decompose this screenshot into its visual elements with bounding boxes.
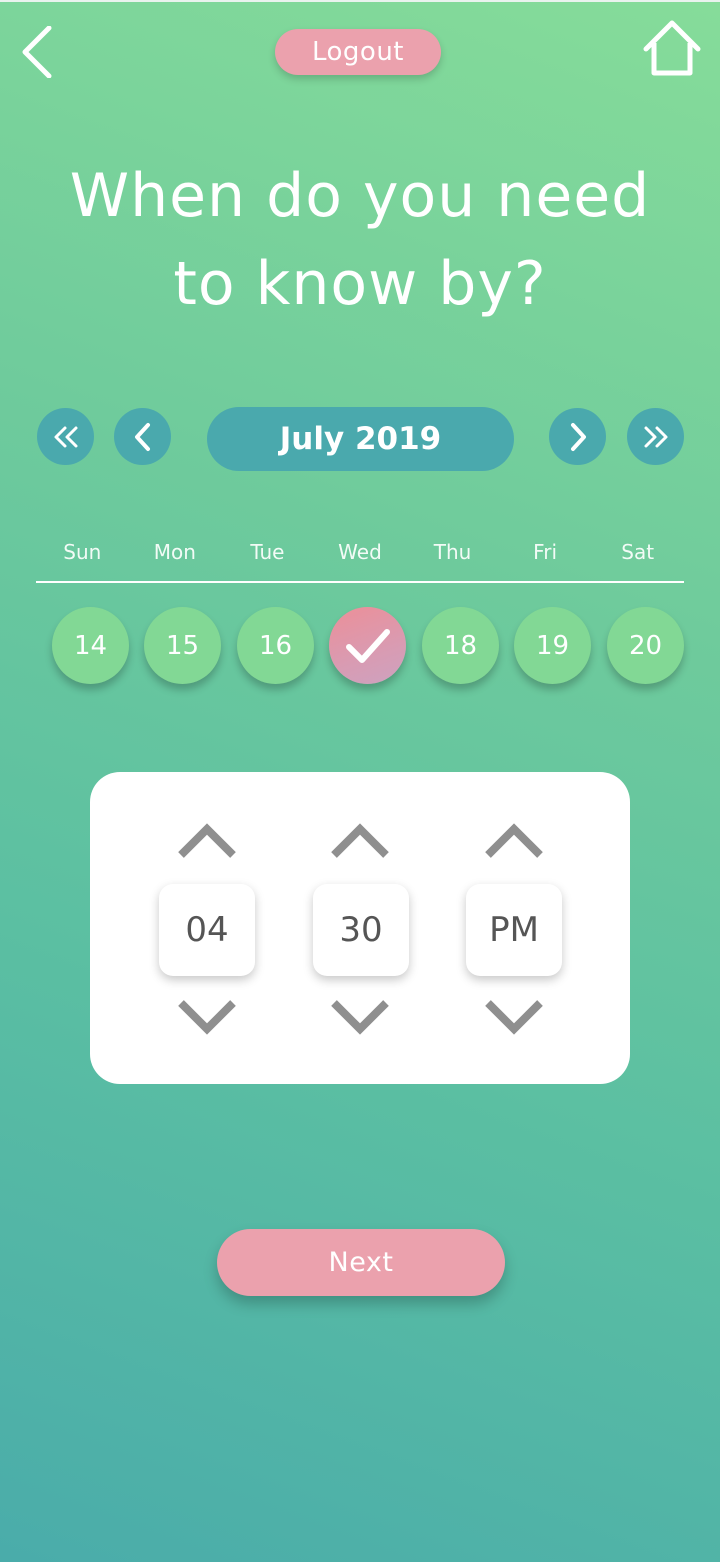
minute-field[interactable]: 30 <box>313 884 409 976</box>
previous-month-button[interactable] <box>114 408 171 465</box>
double-chevron-left-icon <box>54 426 77 447</box>
day-18[interactable]: 18 <box>422 607 499 684</box>
top-divider <box>0 0 720 2</box>
home-button[interactable] <box>640 18 704 78</box>
chevron-left-icon <box>134 422 150 451</box>
previous-year-button[interactable] <box>37 408 94 465</box>
double-chevron-right-icon <box>644 426 667 447</box>
day-15[interactable]: 15 <box>144 607 221 684</box>
next-month-button[interactable] <box>549 408 606 465</box>
month-label: July 2019 <box>207 407 514 471</box>
weekday-sat: Sat <box>621 540 655 564</box>
hour-down-button[interactable] <box>175 996 239 1038</box>
weekday-divider <box>36 581 684 583</box>
home-icon <box>643 20 701 76</box>
day-14[interactable]: 14 <box>52 607 129 684</box>
logout-button[interactable]: Logout <box>275 29 441 75</box>
hour-up-button[interactable] <box>175 820 239 862</box>
next-button[interactable]: Next <box>217 1229 505 1296</box>
chevron-down-icon <box>331 1000 389 1035</box>
day-19[interactable]: 19 <box>514 607 591 684</box>
weekday-header: Sun Mon Tue Wed Thu Fri Sat <box>36 540 684 568</box>
hour-field[interactable]: 04 <box>159 884 255 976</box>
weekday-fri: Fri <box>533 540 557 564</box>
weekday-thu: Thu <box>433 540 472 564</box>
checkmark-icon <box>345 628 390 663</box>
weekday-mon: Mon <box>153 540 196 564</box>
page-title-line-2: to know by? <box>173 249 547 319</box>
chevron-down-icon <box>178 1000 236 1035</box>
day-selected[interactable] <box>329 607 406 684</box>
back-button[interactable] <box>14 24 58 80</box>
weekday-sun: Sun <box>63 540 102 564</box>
period-up-button[interactable] <box>482 820 546 862</box>
chevron-down-icon <box>485 1000 543 1035</box>
chevron-right-icon <box>570 422 586 451</box>
weekday-wed: Wed <box>338 540 382 564</box>
page-title-line-1: When do you need <box>69 161 651 231</box>
period-down-button[interactable] <box>482 996 546 1038</box>
page-title: When do you need to know by? <box>20 152 700 328</box>
next-year-button[interactable] <box>627 408 684 465</box>
minute-down-button[interactable] <box>328 996 392 1038</box>
chevron-up-icon <box>178 823 236 858</box>
chevron-left-icon <box>22 26 52 78</box>
day-16[interactable]: 16 <box>237 607 314 684</box>
date-time-picker-screen: Logout When do you need to know by? July… <box>0 0 720 1562</box>
chevron-up-icon <box>331 823 389 858</box>
day-20[interactable]: 20 <box>607 607 684 684</box>
chevron-up-icon <box>485 823 543 858</box>
period-field[interactable]: PM <box>466 884 562 976</box>
weekday-tue: Tue <box>250 540 285 564</box>
minute-up-button[interactable] <box>328 820 392 862</box>
